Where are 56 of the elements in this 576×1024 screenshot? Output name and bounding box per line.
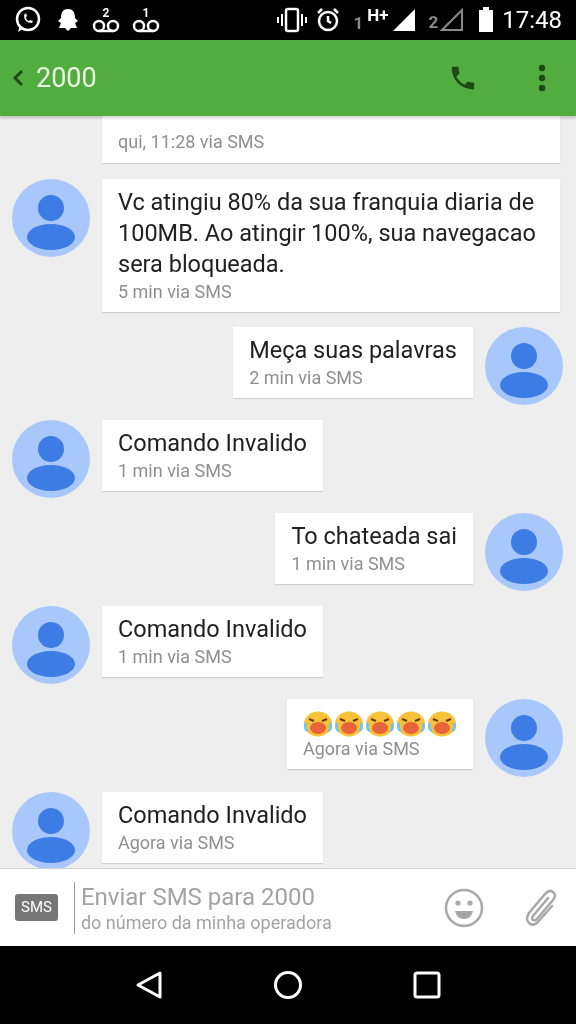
message-text: Meça suas palavras — [249, 335, 457, 366]
avatar-icon — [12, 179, 90, 257]
avatar-icon — [485, 513, 563, 591]
recents-square-icon — [413, 971, 441, 999]
message-text: Comando Invalido — [118, 800, 307, 831]
message-timestamp: 2 min via SMS — [249, 366, 364, 390]
crying-face-icon — [303, 709, 333, 737]
clock-time: 17:48 — [502, 5, 562, 36]
chat-bubble-icon — [14, 6, 42, 34]
sim-label: 1 — [353, 12, 364, 36]
crying-face-icon — [396, 709, 426, 737]
sim-label: 2 — [428, 11, 439, 35]
conversation-title: 2000 — [36, 60, 97, 96]
network-type: H+ — [367, 4, 389, 28]
message-text: Vc atingiu 80% da sua franquia diaria de 100MB. Ao atingir 100%, sua navegacao sera bloqueada. — [118, 187, 537, 280]
voicemail-icon — [132, 19, 160, 33]
back-triangle-icon — [135, 970, 163, 1000]
sms-badge: SMS — [15, 894, 58, 921]
back-button[interactable]: 2000 — [12, 57, 97, 99]
message-timestamp: Agora via SMS — [118, 831, 236, 855]
smiley-icon — [444, 887, 484, 928]
message-text: To chateada sai — [291, 521, 457, 552]
avatar-icon — [485, 327, 563, 405]
avatar-icon — [12, 606, 90, 684]
message-text: Comando Invalido — [118, 428, 307, 459]
back-nav-button[interactable] — [135, 970, 163, 1000]
sender-subtitle: do número da minha operadora — [80, 911, 333, 934]
signal-icon — [392, 8, 417, 32]
message-timestamp: 5 min via SMS — [118, 280, 233, 304]
voicemail-count: 2 — [102, 7, 110, 19]
message-timestamp: Agora via SMS — [303, 737, 421, 761]
signal-icon — [440, 8, 465, 32]
message-timestamp: qui, 11:28 via SMS — [118, 130, 266, 154]
back-icon — [12, 69, 24, 87]
crying-face-icon — [365, 709, 395, 737]
voicemail-icon — [92, 19, 120, 33]
message-timestamp: 1 min via SMS — [118, 645, 233, 669]
message-timestamp: 1 min via SMS — [291, 552, 406, 576]
battery-icon — [478, 7, 495, 33]
message-timestamp: 1 min via SMS — [118, 459, 233, 483]
home-circle-icon — [273, 970, 303, 1000]
more-options-button[interactable] — [538, 64, 546, 92]
recents-button[interactable] — [413, 971, 441, 999]
message-text: Comando Invalido — [118, 614, 307, 645]
more-options-icon — [538, 64, 546, 92]
avatar-icon — [485, 699, 563, 777]
voicemail-count: 1 — [142, 7, 150, 19]
vibrate-icon — [277, 7, 308, 33]
avatar-icon — [12, 792, 90, 868]
message-input-field[interactable]: Enviar SMS para 2000 — [80, 881, 434, 912]
emoji-button[interactable] — [444, 887, 484, 928]
home-button[interactable] — [273, 970, 303, 1000]
ghost-icon — [56, 7, 80, 33]
crying-face-icon — [334, 709, 364, 737]
crying-face-icon — [427, 709, 457, 737]
avatar-icon — [12, 420, 90, 498]
